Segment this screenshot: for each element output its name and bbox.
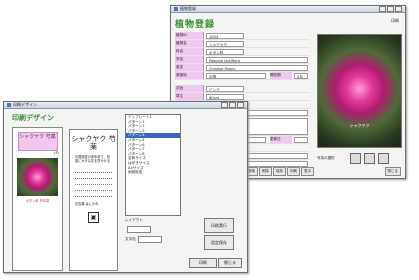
nav-button[interactable]: 保存 xyxy=(273,167,286,176)
card-plant-name: シャクヤク 芍薬 xyxy=(71,135,116,151)
field-input[interactable]: ボタン科 xyxy=(206,48,244,55)
template-list[interactable]: テンプレート1 パターン1 パターン2 パターン3 パターン4 パターン5 パタ… xyxy=(125,114,181,216)
field-input[interactable]: シャクヤク xyxy=(206,40,244,47)
print-window-title: 印刷デザイン xyxy=(13,102,37,107)
field-input[interactable]: 1003 xyxy=(206,32,244,39)
app-icon xyxy=(7,103,11,107)
field-label: 草丈 xyxy=(175,93,204,100)
field-row: 原産地 中国 開花期 5月 xyxy=(175,72,310,80)
field-subinput[interactable] xyxy=(294,136,308,143)
color-select[interactable] xyxy=(137,236,162,243)
photo-tools: 写真の選択 xyxy=(317,152,400,164)
card-preview-back: シャクヤク 芍薬 中国原産の多年草で、初夏に大きな花を咲かせる 花言葉 はにかみ… xyxy=(69,129,118,271)
image-delete-icon[interactable] xyxy=(378,152,389,164)
field-input[interactable]: Paeonia lactiflora xyxy=(206,56,308,63)
option-row: 文字色 xyxy=(125,236,179,243)
nav-button[interactable]: 表示 xyxy=(301,167,314,176)
print-design-window: 印刷デザイン 印刷デザイン シャクヤク 芍薬 (F) ボタン科 多年草 シャクヤ… xyxy=(3,101,248,273)
card-footer-text: 花言葉 はにかみ xyxy=(75,202,99,206)
card-preview-front: シャクヤク 芍薬 (F) ボタン科 多年草 xyxy=(12,127,63,271)
field-input[interactable]: 60cm xyxy=(206,93,244,100)
window-controls xyxy=(221,102,244,108)
reg-print-link[interactable]: 印刷 xyxy=(391,18,399,24)
card-body-text: 中国原産の多年草で、初夏に大きな花を咲かせる xyxy=(75,155,111,163)
card-red-text: ボタン科 多年草 xyxy=(25,199,50,203)
field-row: 草丈 60cm xyxy=(175,93,310,101)
card-text-lines xyxy=(75,169,112,197)
field-label: 原産地 xyxy=(175,72,204,79)
option-panel: レイアウト 文字色 xyxy=(125,218,179,246)
photo-select-label[interactable]: 写真の選択 xyxy=(317,156,347,161)
minimize-icon[interactable] xyxy=(221,102,228,108)
reg-window-title: 植物登録 xyxy=(180,6,196,11)
print-button[interactable]: 印刷 xyxy=(189,258,217,268)
print-heading: 印刷デザイン xyxy=(12,114,54,122)
run-print-button[interactable]: 印刷実行 xyxy=(204,218,234,233)
card-tag: (F) xyxy=(54,151,59,155)
field-label: 科名 xyxy=(175,48,204,55)
field-input[interactable]: Chinese Peony xyxy=(206,64,308,71)
nav-button[interactable]: 印刷 xyxy=(287,167,300,176)
layout-label: レイアウト xyxy=(125,218,143,222)
field-row: 科名 ボタン科 xyxy=(175,48,310,56)
field-row: 学名 Paeonia lactiflora xyxy=(175,56,310,64)
option-row: レイアウト xyxy=(125,218,179,223)
close-button[interactable]: 閉じる xyxy=(218,258,242,268)
image-open-icon[interactable] xyxy=(350,152,361,164)
nav-button[interactable]: 削除 xyxy=(259,167,272,176)
image-zoom-icon[interactable] xyxy=(364,152,375,164)
field-input[interactable]: 中国 xyxy=(206,72,266,79)
card-photo xyxy=(17,158,58,196)
field-row: 植物名 シャクヤク xyxy=(175,40,310,48)
reg-heading: 植物登録 xyxy=(175,20,216,30)
reg-titlebar[interactable]: 植物登録 xyxy=(171,6,405,13)
save-settings-button[interactable]: 設定保存 xyxy=(204,235,234,250)
layout-select[interactable] xyxy=(127,226,151,233)
field-label: 学名 xyxy=(175,56,204,63)
qr-code-icon: ▣ xyxy=(88,212,99,223)
field-sublabel: 開花期 xyxy=(270,72,292,79)
color-label: 文字色 xyxy=(125,237,136,241)
field-label: 花色 xyxy=(175,85,204,92)
minimize-icon[interactable] xyxy=(379,6,386,12)
photo-caption: シャクヤク xyxy=(349,123,370,128)
option-row xyxy=(125,226,179,233)
print-titlebar[interactable]: 印刷デザイン xyxy=(4,102,247,109)
field-label: 英名 xyxy=(175,64,204,71)
field-subinput[interactable]: 5月 xyxy=(294,72,308,79)
field-row: 花色 ピンク xyxy=(175,85,310,93)
list-item[interactable]: 用紙設定 xyxy=(126,170,180,175)
field-label: 植物ID xyxy=(175,32,204,39)
window-controls xyxy=(379,6,402,12)
close-icon[interactable] xyxy=(237,102,244,108)
field-row: 英名 Chinese Peony xyxy=(175,64,310,72)
plant-photo: シャクヤク xyxy=(317,34,402,148)
card-title-box: シャクヤク 芍薬 xyxy=(17,132,58,151)
field-sublabel: 更新日 xyxy=(270,136,292,143)
field-input[interactable]: ピンク xyxy=(206,85,244,92)
field-row: 植物ID 1003 xyxy=(175,32,310,40)
field-label: 植物名 xyxy=(175,40,204,47)
maximize-icon[interactable] xyxy=(229,102,236,108)
close-button[interactable]: 閉じる xyxy=(384,167,401,176)
maximize-icon[interactable] xyxy=(387,6,394,12)
close-icon[interactable] xyxy=(395,6,402,12)
app-icon xyxy=(174,7,178,11)
